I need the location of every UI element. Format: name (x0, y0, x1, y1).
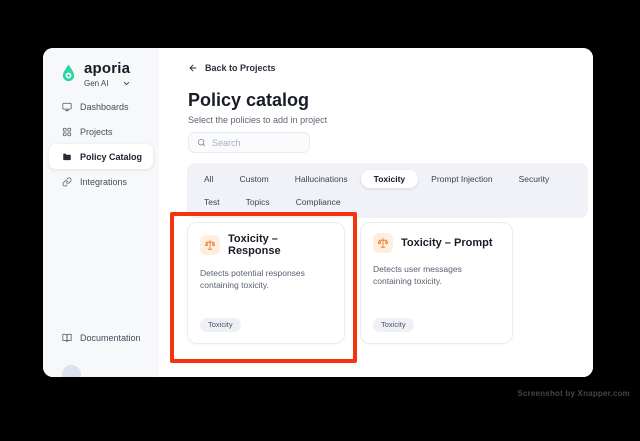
brand-block: aporia Gen AI (61, 61, 131, 88)
card-header: Toxicity – Prompt (373, 233, 500, 253)
red-highlight-annotation (170, 212, 357, 363)
sidebar-item-label: Policy Catalog (80, 151, 143, 162)
tab-compliance[interactable]: Compliance (283, 193, 354, 211)
sidebar: aporia Gen AI Dashboards Projects Policy… (43, 48, 159, 377)
workspace-switcher[interactable]: Gen AI (84, 79, 131, 88)
book-open-icon (62, 333, 72, 343)
brand-name: aporia (84, 60, 131, 77)
tab-topics[interactable]: Topics (233, 193, 283, 211)
tab-security[interactable]: Security (506, 170, 563, 188)
page-title: Policy catalog (188, 90, 310, 110)
sidebar-nav: Dashboards Projects Policy Catalog Integ… (49, 94, 153, 194)
sidebar-item-integrations[interactable]: Integrations (49, 169, 153, 194)
arrow-left-icon (189, 64, 197, 72)
card-description: Detects user messages containing toxicit… (373, 264, 462, 287)
sidebar-item-label: Projects (80, 126, 113, 137)
tab-hallucinations[interactable]: Hallucinations (282, 170, 361, 188)
tab-custom[interactable]: Custom (226, 170, 281, 188)
watermark-text: Screenshot by Xnapper.com (517, 389, 630, 398)
grid-icon (62, 127, 72, 136)
aporia-logo-icon (61, 61, 76, 83)
sidebar-item-label: Integrations (80, 176, 128, 187)
card-tag: Toxicity (373, 318, 414, 332)
monitor-icon (62, 102, 72, 111)
sidebar-item-dashboards[interactable]: Dashboards (49, 94, 153, 119)
tab-all[interactable]: All (191, 170, 226, 188)
search-input[interactable] (212, 137, 301, 148)
sidebar-item-label: Dashboards (80, 101, 129, 112)
avatar[interactable] (62, 365, 81, 377)
folder-icon (63, 153, 71, 160)
filter-tabs: All Custom Hallucinations Toxicity Promp… (187, 163, 588, 218)
scales-icon (373, 233, 393, 253)
search-box[interactable] (188, 132, 310, 153)
chevron-down-icon (122, 79, 131, 88)
sidebar-item-label: Documentation (80, 333, 141, 343)
back-link-label: Back to Projects (205, 63, 276, 73)
tab-toxicity[interactable]: Toxicity (360, 170, 419, 188)
workspace-name: Gen AI (84, 79, 109, 88)
search-icon (197, 138, 206, 147)
tab-prompt-injection[interactable]: Prompt Injection (418, 170, 505, 188)
back-to-projects-link[interactable]: Back to Projects (188, 63, 276, 73)
page-subtitle: Select the policies to add in project (188, 115, 328, 125)
sidebar-item-documentation[interactable]: Documentation (49, 330, 153, 346)
sidebar-item-policy-catalog[interactable]: Policy Catalog (49, 144, 153, 169)
policy-card-toxicity-prompt[interactable]: Toxicity – Prompt Detects user messages … (360, 222, 513, 344)
tab-test[interactable]: Test (191, 193, 233, 211)
sidebar-item-projects[interactable]: Projects (49, 119, 153, 144)
link-icon (62, 177, 72, 186)
card-title: Toxicity – Prompt (401, 237, 493, 249)
